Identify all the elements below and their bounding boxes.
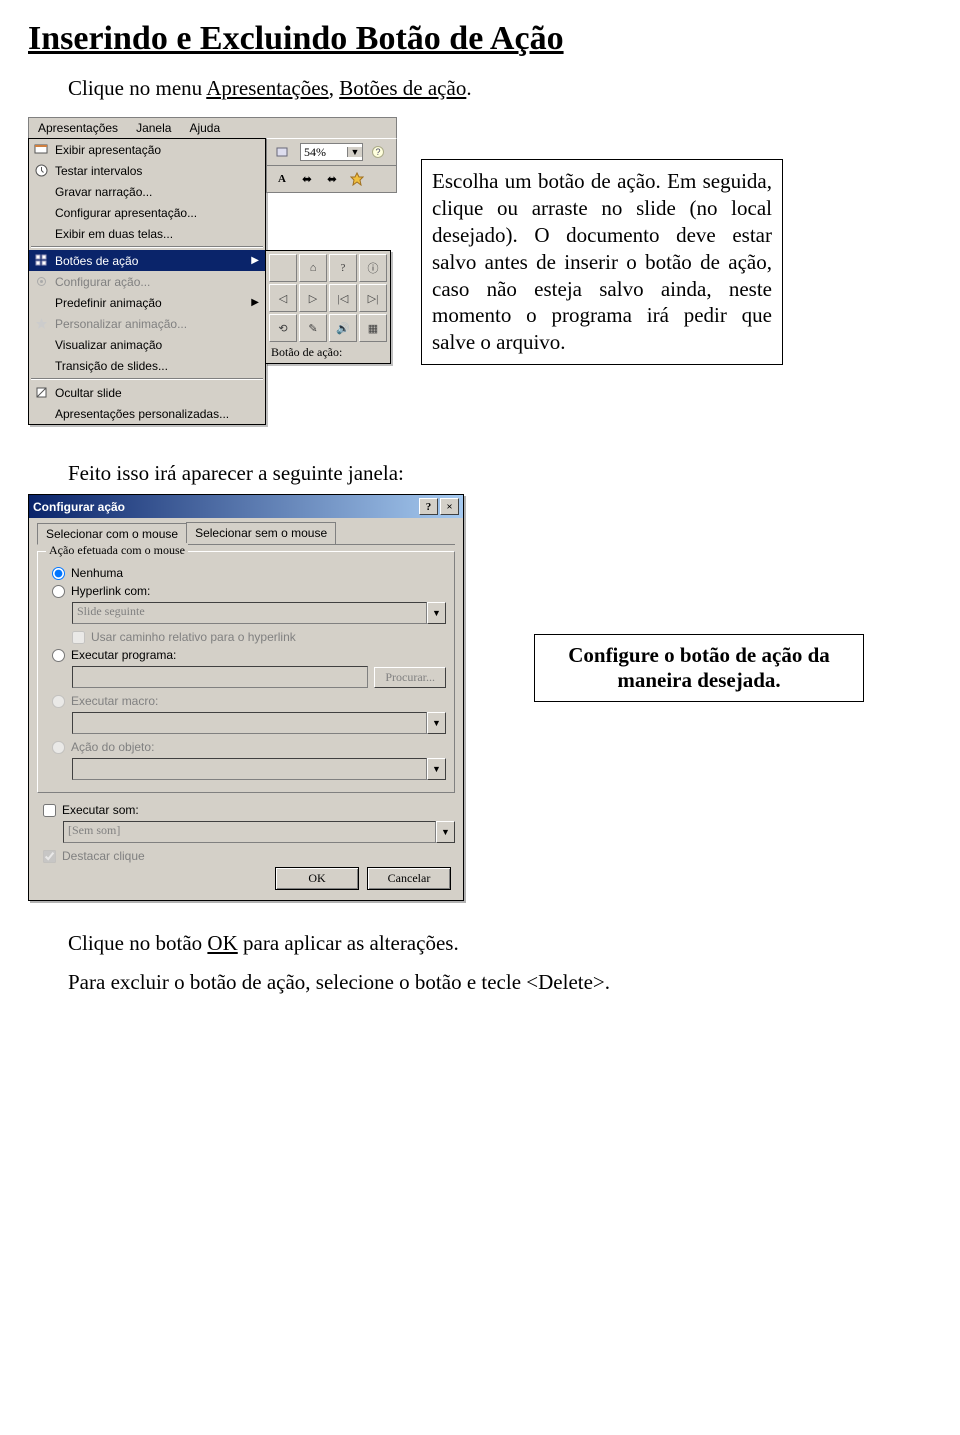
slideshow-icon <box>31 142 51 158</box>
combo-macro: ▼ <box>72 712 446 734</box>
combo-som: [Sem som]▼ <box>63 821 455 843</box>
submenu-arrow-icon: ▶ <box>251 297 259 308</box>
menu-item-ocultar-slide[interactable]: Ocultar slide <box>29 382 265 403</box>
link-ok: OK <box>207 931 237 955</box>
dialog-title: Configurar ação <box>33 500 417 514</box>
menu-item-configurar-apresentacao[interactable]: Configurar apresentação... <box>29 202 265 223</box>
browse-button: Procurar... <box>374 667 446 688</box>
zoom-combo[interactable]: ▼ <box>300 143 363 161</box>
help-button[interactable]: ? <box>419 498 438 515</box>
checkbox-caminho-relativo: Usar caminho relativo para o hyperlink <box>72 630 446 644</box>
action-button[interactable]: ⓘ <box>359 254 387 282</box>
menu-item-configurar-acao: Configurar ação... <box>29 271 265 292</box>
action-button[interactable]: 🔊 <box>329 314 357 342</box>
grid-icon <box>31 253 51 269</box>
instruction-box-2: Configure o botão de ação da maneira des… <box>534 634 864 702</box>
dialog-configurar-acao: Configurar ação ? × Selecionar com o mou… <box>28 494 464 901</box>
menu-item-exibir-apresentacao[interactable]: Exibir apresentação <box>29 139 265 160</box>
action-button[interactable]: ◁ <box>269 284 297 312</box>
increase-button[interactable]: ⬌ <box>321 170 343 188</box>
menu-item-testar-intervalos[interactable]: Testar intervalos <box>29 160 265 181</box>
menu-item-predefinir-animacao[interactable]: Predefinir animação▶ <box>29 292 265 313</box>
menu-item-exibir-duas-telas[interactable]: Exibir em duas telas... <box>29 223 265 244</box>
submenu-arrow-icon: ▶ <box>251 255 259 266</box>
dialog-tabs: Selecionar com o mouse Selecionar sem o … <box>37 522 455 545</box>
paragraph-2: Feito isso irá aparecer a seguinte janel… <box>68 461 932 486</box>
menu-item-transicao-slides[interactable]: Transição de slides... <box>29 355 265 376</box>
chevron-down-icon: ▼ <box>427 758 446 780</box>
effects-button[interactable] <box>346 170 368 188</box>
chevron-down-icon: ▼ <box>427 602 446 624</box>
zoom-input[interactable] <box>301 145 347 160</box>
clock-icon <box>31 163 51 179</box>
menubar-item[interactable]: Janela <box>127 118 180 138</box>
page-title: Inserindo e Excluindo Botão de Ação <box>28 20 932 58</box>
action-button[interactable]: ▷| <box>359 284 387 312</box>
star-icon <box>31 316 51 332</box>
radio-nenhuma[interactable]: Nenhuma <box>52 566 446 580</box>
menu-item-personalizar-animacao: Personalizar animação... <box>29 313 265 334</box>
hide-slide-icon <box>31 385 51 401</box>
intro-text: Clique no menu <box>68 76 206 100</box>
groupbox-acao: Nenhuma Hyperlink com: Slide seguinte▼ U… <box>37 551 455 793</box>
action-button[interactable]: ▷ <box>299 284 327 312</box>
input-executar-programa <box>72 666 368 688</box>
combo-hyperlink: Slide seguinte▼ <box>72 602 446 624</box>
popup-caption: Botão de ação: <box>269 342 387 360</box>
dialog-titlebar: Configurar ação ? × <box>29 495 463 518</box>
toolbar-button[interactable] <box>271 143 293 161</box>
instruction-box-1: Escolha um botão de ação. Em seguida, cl… <box>421 159 783 365</box>
action-button[interactable]: ⌂ <box>299 254 327 282</box>
close-button[interactable]: × <box>440 498 459 515</box>
action-button[interactable]: ✎ <box>299 314 327 342</box>
checkbox-executar-som[interactable]: Executar som: <box>43 803 455 817</box>
help-button[interactable]: ? <box>367 143 389 161</box>
intro-paragraph: Clique no menu Apresentações, Botões de … <box>68 76 932 101</box>
menu-divider <box>31 246 263 248</box>
action-button[interactable]: ⟲ <box>269 314 297 342</box>
menu-item-apresentacoes-personalizadas[interactable]: Apresentações personalizadas... <box>29 403 265 424</box>
decrease-button[interactable]: ⬌ <box>296 170 318 188</box>
menu-item-visualizar-animacao[interactable]: Visualizar animação <box>29 334 265 355</box>
link-botoes-de-acao: Botões de ação <box>339 76 466 100</box>
menu-item-gravar-narracao[interactable]: Gravar narração... <box>29 181 265 202</box>
font-button[interactable]: A <box>271 170 293 188</box>
tab-selecionar-com-mouse[interactable]: Selecionar com o mouse <box>37 523 187 545</box>
radio-executar-macro: Executar macro: <box>52 694 446 708</box>
cancel-button[interactable]: Cancelar <box>367 867 451 890</box>
action-button[interactable]: ? <box>329 254 357 282</box>
chevron-down-icon[interactable]: ▼ <box>347 147 362 157</box>
action-button[interactable] <box>269 254 297 282</box>
ok-button[interactable]: OK <box>275 867 359 890</box>
menubar: Apresentações Janela Ajuda <box>28 117 397 138</box>
action-button[interactable]: ▦ <box>359 314 387 342</box>
combo-acao-objeto: ▼ <box>72 758 446 780</box>
menu-divider <box>31 378 263 380</box>
footer-paragraph-2: Para excluir o botão de ação, selecione … <box>68 970 932 995</box>
tab-selecionar-sem-mouse[interactable]: Selecionar sem o mouse <box>186 522 336 544</box>
svg-text:?: ? <box>375 147 380 157</box>
radio-acao-objeto: Ação do objeto: <box>52 740 446 754</box>
footer-paragraph-1: Clique no botão OK para aplicar as alter… <box>68 931 932 956</box>
action-buttons-popup: ⌂ ? ⓘ ◁ ▷ |◁ ▷| ⟲ ✎ 🔊 ▦ Botão de a <box>265 250 391 364</box>
menu-item-botoes-de-acao[interactable]: Botões de ação▶ <box>29 250 265 271</box>
radio-hyperlink[interactable]: Hyperlink com: <box>52 584 446 598</box>
menubar-item[interactable]: Ajuda <box>180 118 229 138</box>
dropdown-menu: Exibir apresentação Testar intervalos Gr… <box>28 138 266 425</box>
menubar-item[interactable]: Apresentações <box>29 118 127 138</box>
gear-icon <box>31 274 51 290</box>
toolbar: ▼ ? <box>266 138 397 166</box>
radio-executar-programa[interactable]: Executar programa: <box>52 648 446 662</box>
action-button[interactable]: |◁ <box>329 284 357 312</box>
chevron-down-icon: ▼ <box>427 712 446 734</box>
chevron-down-icon: ▼ <box>436 821 455 843</box>
checkbox-destacar-clique: Destacar clique <box>43 849 455 863</box>
link-apresentacoes: Apresentações <box>206 76 328 100</box>
toolbar-row2: A ⬌ ⬌ <box>266 166 397 193</box>
